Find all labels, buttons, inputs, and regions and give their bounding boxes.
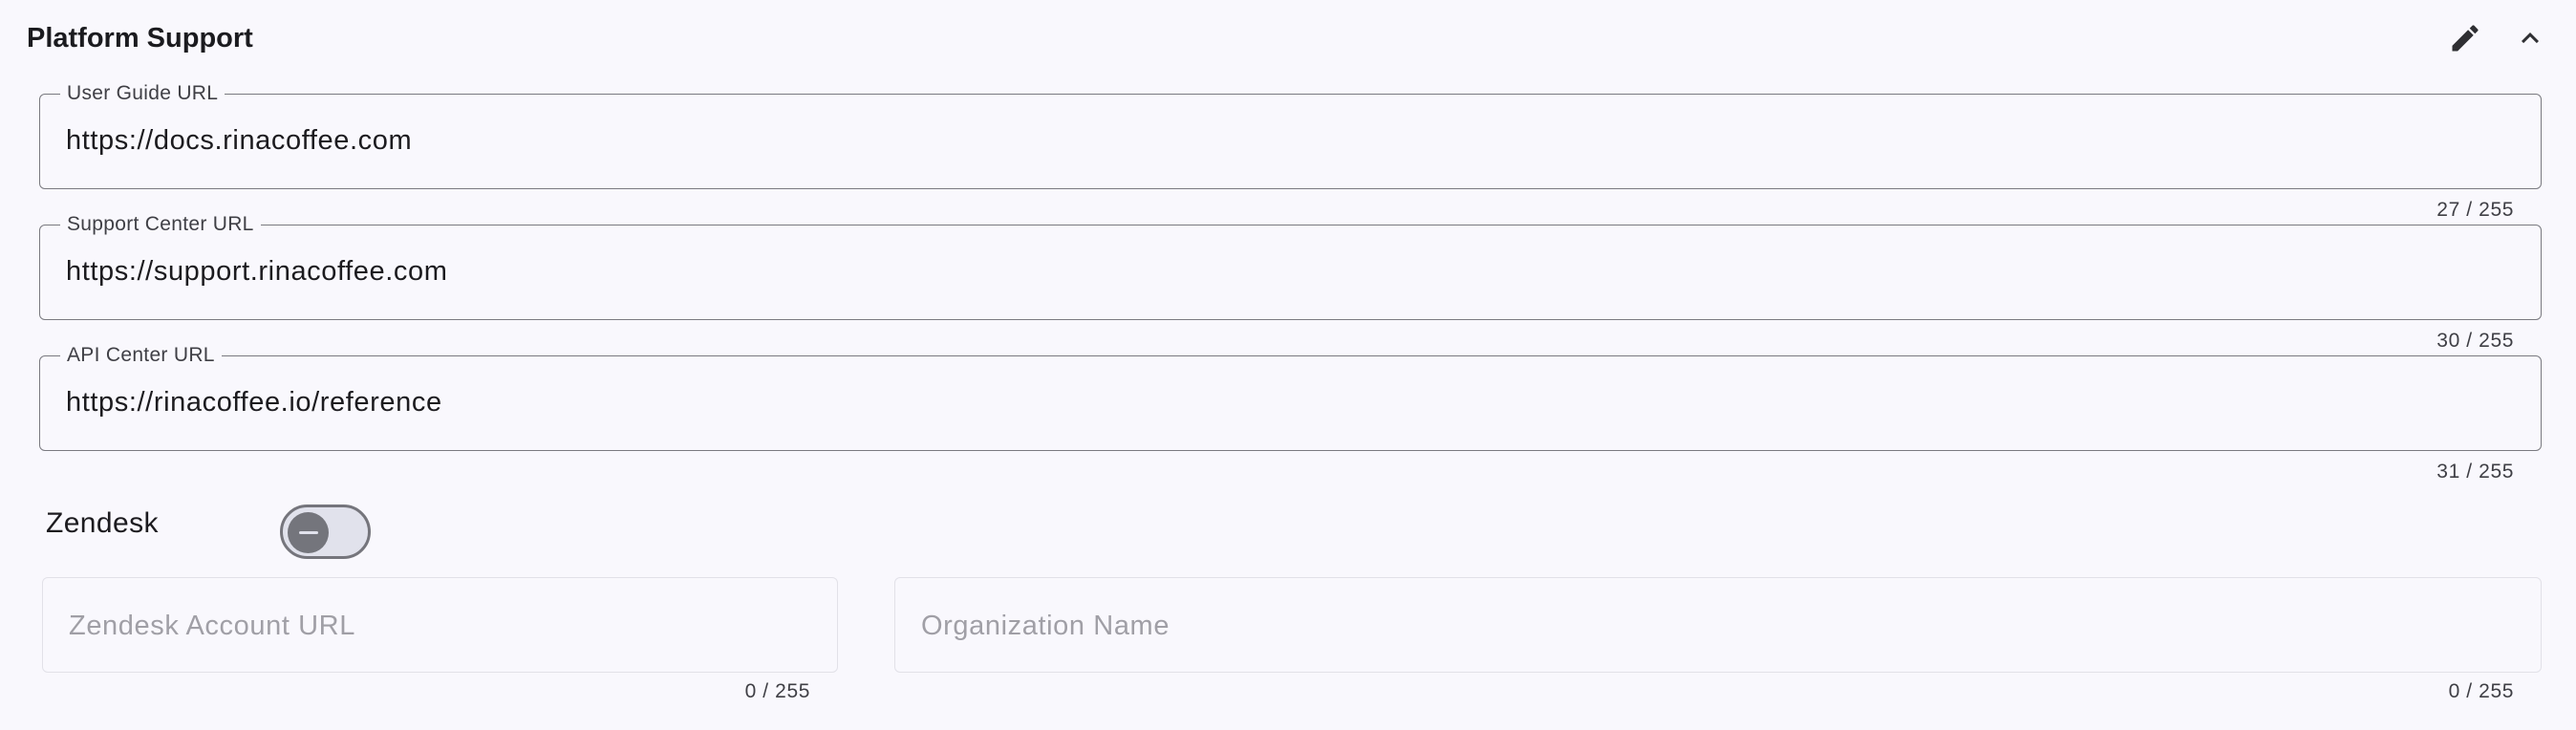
user-guide-url-counter: 27 / 255 xyxy=(2436,199,2514,221)
support-center-url-counter: 30 / 255 xyxy=(2436,330,2514,352)
api-center-url-field[interactable]: API Center URL xyxy=(39,344,2542,451)
toggle-thumb xyxy=(288,512,329,553)
edit-button[interactable] xyxy=(2444,17,2486,59)
zendesk-account-url-counter: 0 / 255 xyxy=(744,680,810,702)
support-center-url-field[interactable]: Support Center URL xyxy=(39,213,2542,320)
pencil-icon xyxy=(2448,21,2482,55)
zendesk-toggle[interactable] xyxy=(280,505,371,559)
zendesk-account-url-input[interactable] xyxy=(69,609,825,643)
section-title: Platform Support xyxy=(27,23,253,54)
organization-name-counter: 0 / 255 xyxy=(2448,680,2514,702)
chevron-up-icon xyxy=(2513,21,2547,55)
support-center-url-input[interactable] xyxy=(66,254,2502,289)
collapse-button[interactable] xyxy=(2509,17,2551,59)
user-guide-url-label: User Guide URL xyxy=(60,82,225,105)
user-guide-url-field[interactable]: User Guide URL xyxy=(39,82,2542,189)
user-guide-url-input[interactable] xyxy=(66,123,2502,158)
zendesk-label: Zendesk xyxy=(46,507,159,539)
organization-name-field[interactable] xyxy=(894,577,2542,673)
api-center-url-counter: 31 / 255 xyxy=(2436,461,2514,483)
organization-name-input[interactable] xyxy=(921,609,2528,643)
api-center-url-label: API Center URL xyxy=(60,344,222,367)
support-center-url-label: Support Center URL xyxy=(60,213,261,236)
api-center-url-input[interactable] xyxy=(66,385,2502,419)
minus-icon xyxy=(298,531,318,534)
zendesk-account-url-field[interactable] xyxy=(42,577,838,673)
platform-support-panel: Platform Support User Guide URL 27 / 255… xyxy=(0,0,2576,730)
